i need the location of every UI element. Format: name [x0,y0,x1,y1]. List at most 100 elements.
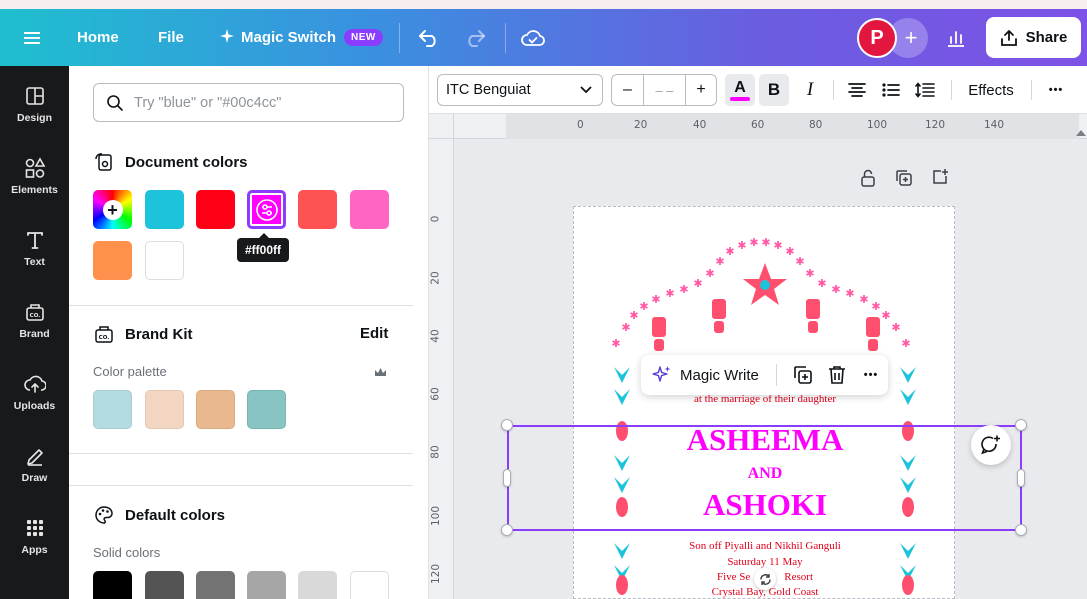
rail-item-brand[interactable]: CO. Brand [0,290,69,350]
crown-icon [374,365,387,383]
svg-text:✱: ✱ [805,267,814,280]
align-center-icon[interactable] [843,74,871,106]
list-icon[interactable] [877,74,905,106]
cloud-saved-icon[interactable] [521,9,545,66]
color-swatch[interactable] [145,190,184,229]
magic-write-button[interactable]: Magic Write [641,365,776,385]
svg-text:✱: ✱ [749,236,758,249]
brand-kit-edit-button[interactable]: Edit [360,325,388,342]
delete-icon[interactable] [820,365,854,385]
brand-color-swatch[interactable] [196,390,235,429]
default-color-swatch[interactable] [93,571,132,599]
svg-text:✱: ✱ [845,287,854,300]
brand-kit-heading: CO. Brand Kit [93,323,193,345]
default-color-swatch[interactable] [350,571,389,599]
duplicate-icon[interactable] [786,365,820,385]
effects-button[interactable]: Effects [961,74,1021,106]
svg-text:✱: ✱ [871,300,880,313]
color-swatch[interactable] [196,190,235,229]
more-options-button[interactable]: ••• [1041,74,1071,106]
text-selection-box[interactable] [507,425,1022,531]
color-swatch[interactable] [298,190,337,229]
home-button[interactable]: Home [77,9,119,66]
uploads-icon [23,375,46,393]
menu-icon[interactable] [24,9,42,66]
invitation-line-2[interactable]: Saturday 11 May [574,556,956,568]
divider [69,453,413,454]
svg-text:✱: ✱ [773,239,782,252]
bold-button[interactable]: B [759,74,789,106]
insights-icon[interactable] [946,9,966,66]
brand-color-swatch[interactable] [145,390,184,429]
color-swatch[interactable] [350,190,389,229]
svg-text:CO.: CO. [99,335,110,341]
new-badge: NEW [344,29,383,46]
magic-write-label: Magic Write [680,366,759,384]
divider [833,80,834,100]
redo-icon[interactable] [464,9,486,66]
svg-text:✱: ✱ [705,267,714,280]
color-search-input[interactable] [134,94,394,111]
share-button[interactable]: Share [986,17,1081,58]
design-page[interactable]: ✱ ✱ ✱ ✱ ✱ ✱ ✱ ✱ ✱ ✱ ✱ ✱ ✱ ✱ ✱ ✱ ✱ ✱ ✱ ✱ ✱ ✱ ✱ ✱ ✱ ✱ [573,206,955,599]
elements-icon [25,156,45,178]
lock-icon[interactable] [859,169,877,192]
scroll-up-icon[interactable] [1076,123,1086,141]
magic-switch-icon [220,28,234,47]
font-size-increase-button[interactable]: + [686,75,716,105]
rail-item-uploads[interactable]: Uploads [0,362,69,422]
font-size-input[interactable]: – – [644,75,686,105]
text-color-button[interactable]: A [725,74,755,106]
resize-handle-top-right[interactable] [1015,419,1027,431]
font-family-dropdown[interactable]: ITC Benguiat [437,74,603,106]
resize-handle-bottom-right[interactable] [1015,524,1027,536]
color-swatch[interactable] [93,241,132,280]
canvas-area[interactable]: 0 20 40 60 80 100 120 140 0 20 40 60 80 … [429,114,1087,599]
svg-text:✱: ✱ [785,245,794,258]
color-swatch-selected[interactable] [247,190,286,229]
add-page-icon[interactable] [931,168,949,191]
line-spacing-icon[interactable] [911,74,939,106]
left-rail: Design Elements Text CO. Brand Uploads D… [0,66,69,599]
rotate-icon[interactable] [754,568,776,590]
divider [776,364,777,386]
resize-handle-right[interactable] [1017,469,1025,487]
default-color-swatch[interactable] [145,571,184,599]
text-color-letter: A [734,78,746,96]
font-size-decrease-button[interactable]: – [612,75,644,105]
brand-color-swatch[interactable] [93,390,132,429]
resize-handle-left[interactable] [503,469,511,487]
divider [1031,80,1032,100]
rail-item-design[interactable]: Design [0,74,69,134]
svg-text:✱: ✱ [679,283,688,296]
avatar[interactable]: P [857,18,897,58]
rail-item-draw[interactable]: Draw [0,434,69,494]
file-menu-button[interactable]: File [158,9,184,66]
svg-text:✱: ✱ [901,337,910,350]
magic-switch-button[interactable]: Magic Switch NEW [220,9,383,66]
text-toolbar: ITC Benguiat – – – + A B I Effects ••• [429,66,1087,114]
resize-handle-top-left[interactable] [501,419,513,431]
rail-item-elements[interactable]: Elements [0,146,69,206]
color-search[interactable] [93,83,404,122]
invitation-line-1[interactable]: Son off Piyalli and Nikhil Ganguli [574,540,956,552]
undo-icon[interactable] [418,9,440,66]
brand-color-swatch[interactable] [247,390,286,429]
color-swatch[interactable] [145,241,184,280]
svg-text:✱: ✱ [639,300,648,313]
default-color-swatch[interactable] [247,571,286,599]
svg-text:CO.: CO. [29,313,40,319]
default-color-swatch[interactable] [196,571,235,599]
duplicate-page-icon[interactable] [895,169,913,192]
rail-item-text[interactable]: Text [0,218,69,278]
rail-item-apps[interactable]: Apps [0,506,69,566]
italic-button[interactable]: I [795,74,825,106]
default-colors-heading: Default colors [93,504,225,526]
resize-handle-bottom-left[interactable] [501,524,513,536]
search-icon [107,94,123,111]
add-color-button[interactable]: + [93,190,132,229]
more-icon[interactable]: ••• [854,369,888,381]
add-comment-button[interactable] [971,425,1011,465]
default-color-swatch[interactable] [298,571,337,599]
apps-icon [26,519,43,536]
